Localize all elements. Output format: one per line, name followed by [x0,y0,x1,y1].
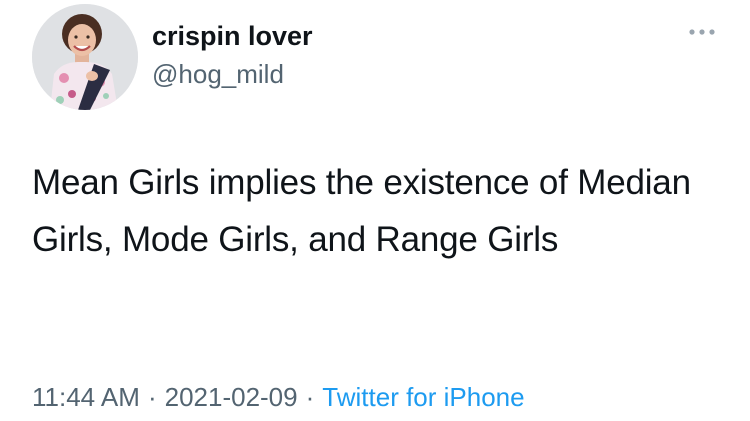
meta-separator: · [147,382,157,412]
meta-separator: · [305,382,315,412]
tweet-source-link[interactable]: Twitter for iPhone [322,382,524,412]
more-dots-icon [689,29,715,35]
tweet-card: crispin lover @hog_mild Mean Girls impli… [0,0,750,421]
user-handle[interactable]: @hog_mild [152,58,284,90]
avatar[interactable] [32,4,138,110]
more-options-button[interactable] [684,18,720,46]
avatar-photo-icon [32,4,138,110]
tweet-text: Mean Girls implies the existence of Medi… [32,163,691,259]
tweet-meta: 11:44 AM · 2021-02-09 · Twitter for iPhone [32,380,525,414]
display-name[interactable]: crispin lover [152,20,313,52]
tweet-date[interactable]: 2021-02-09 [165,382,298,412]
tweet-time[interactable]: 11:44 AM [32,382,140,412]
